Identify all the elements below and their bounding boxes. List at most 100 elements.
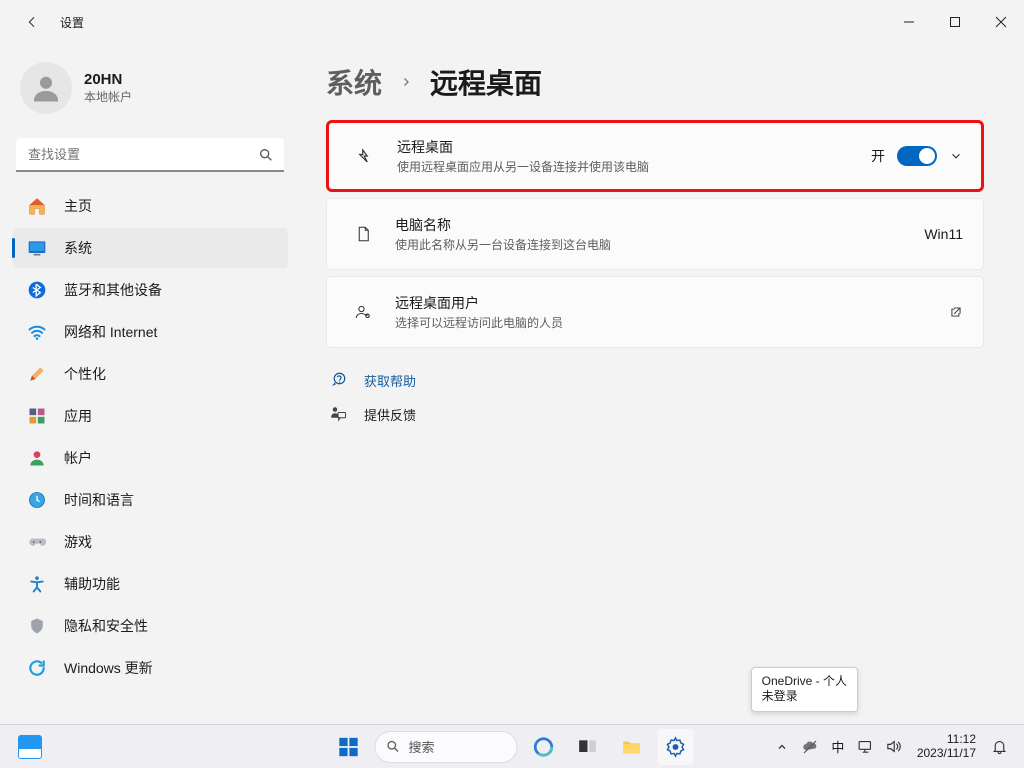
nav-label: 蓝牙和其他设备 [64, 280, 162, 300]
nav-home[interactable]: 主页 [12, 186, 288, 226]
app-title: 设置 [60, 14, 84, 31]
chevron-down-icon[interactable] [949, 149, 963, 163]
widgets-icon [18, 735, 42, 759]
help-icon [328, 370, 348, 390]
copilot-button[interactable] [526, 729, 562, 765]
privacy-icon [26, 615, 48, 637]
user-subtitle: 本地帐户 [84, 88, 132, 105]
card-title: 电脑名称 [395, 215, 924, 235]
user-name: 20HN [84, 71, 132, 88]
breadcrumb-current: 远程桌面 [430, 62, 542, 102]
remote-desktop-icon [347, 147, 383, 165]
remote-desktop-toggle[interactable] [897, 146, 937, 166]
accounts-icon [26, 447, 48, 469]
search-input[interactable] [16, 138, 284, 172]
sidebar: 20HN 本地帐户 主页 系统 蓝牙和其他设备 网络和 Internet [0, 44, 300, 724]
nav-label: 游戏 [64, 532, 92, 552]
personalization-icon [26, 363, 48, 385]
nav-privacy[interactable]: 隐私和安全性 [12, 606, 288, 646]
nav-system[interactable]: 系统 [12, 228, 288, 268]
tray-chevron-up-icon[interactable] [771, 736, 793, 758]
card-title: 远程桌面 [397, 137, 871, 157]
file-explorer-button[interactable] [614, 729, 650, 765]
clock-time: 11:12 [917, 733, 976, 746]
window-controls [886, 4, 1024, 40]
tooltip-line2: 未登录 [762, 689, 847, 705]
nav-bluetooth[interactable]: 蓝牙和其他设备 [12, 270, 288, 310]
system-icon [26, 237, 48, 259]
feedback-icon [328, 404, 348, 424]
nav-personalization[interactable]: 个性化 [12, 354, 288, 394]
users-icon [345, 303, 381, 321]
pc-name-value: Win11 [924, 226, 963, 242]
onedrive-tooltip: OneDrive - 个人 未登录 [751, 667, 858, 712]
nav-label: 个性化 [64, 364, 106, 384]
remote-users-card[interactable]: 远程桌面用户 选择可以远程访问此电脑的人员 [326, 276, 984, 348]
minimize-button[interactable] [886, 4, 932, 40]
nav-windows-update[interactable]: Windows 更新 [12, 648, 288, 688]
taskbar-search[interactable]: 搜索 [374, 731, 517, 763]
start-button[interactable] [330, 729, 366, 765]
card-desc: 选择可以远程访问此电脑的人员 [395, 314, 949, 331]
time-icon [26, 489, 48, 511]
back-button[interactable] [20, 10, 44, 34]
content-area: 系统 远程桌面 远程桌面 使用远程桌面应用从另一设备连接并使用该电脑 开 [300, 44, 1024, 724]
chevron-right-icon [400, 72, 412, 93]
taskbar-search-label: 搜索 [408, 737, 434, 756]
search-wrap [16, 138, 284, 172]
pc-name-card[interactable]: 电脑名称 使用此名称从另一台设备连接到这台电脑 Win11 [326, 198, 984, 270]
nav-label: Windows 更新 [64, 658, 153, 678]
home-icon [26, 195, 48, 217]
titlebar: 设置 [0, 0, 1024, 44]
nav-label: 时间和语言 [64, 490, 134, 510]
breadcrumb: 系统 远程桌面 [326, 62, 984, 102]
get-help-row[interactable]: 获取帮助 [328, 370, 984, 390]
nav-label: 应用 [64, 406, 92, 426]
close-button[interactable] [978, 4, 1024, 40]
open-external-icon [949, 305, 963, 319]
toggle-state-label: 开 [871, 146, 885, 166]
nav-label: 系统 [64, 238, 92, 258]
search-icon[interactable] [256, 145, 276, 165]
nav-label: 网络和 Internet [64, 322, 157, 342]
maximize-button[interactable] [932, 4, 978, 40]
nav-label: 隐私和安全性 [64, 616, 148, 636]
remote-desktop-card[interactable]: 远程桌面 使用远程桌面应用从另一设备连接并使用该电脑 开 [326, 120, 984, 192]
accessibility-icon [26, 573, 48, 595]
task-view-button[interactable] [570, 729, 606, 765]
nav-accounts[interactable]: 帐户 [12, 438, 288, 478]
settings-taskbar-button[interactable] [658, 729, 694, 765]
nav-network[interactable]: 网络和 Internet [12, 312, 288, 352]
card-title: 远程桌面用户 [395, 293, 949, 313]
nav-label: 辅助功能 [64, 574, 120, 594]
update-icon [26, 657, 48, 679]
apps-icon [26, 405, 48, 427]
network-tray-icon[interactable] [855, 736, 877, 758]
network-icon [26, 321, 48, 343]
onedrive-tray-icon[interactable] [799, 736, 821, 758]
nav-label: 主页 [64, 196, 92, 216]
ime-indicator[interactable]: 中 [827, 736, 849, 758]
clock-date: 2023/11/17 [917, 747, 976, 760]
feedback-link[interactable]: 提供反馈 [364, 405, 416, 424]
widgets-button[interactable] [12, 729, 48, 765]
nav-apps[interactable]: 应用 [12, 396, 288, 436]
tooltip-line1: OneDrive - 个人 [762, 674, 847, 690]
avatar [20, 62, 72, 114]
notifications-tray-icon[interactable] [988, 736, 1010, 758]
breadcrumb-parent[interactable]: 系统 [326, 62, 382, 102]
nav-gaming[interactable]: 游戏 [12, 522, 288, 562]
taskbar-clock[interactable]: 11:12 2023/11/17 [917, 733, 976, 759]
gaming-icon [26, 531, 48, 553]
user-account-row[interactable]: 20HN 本地帐户 [12, 52, 288, 132]
bluetooth-icon [26, 279, 48, 301]
feedback-row[interactable]: 提供反馈 [328, 404, 984, 424]
volume-tray-icon[interactable] [883, 736, 905, 758]
nav-accessibility[interactable]: 辅助功能 [12, 564, 288, 604]
card-desc: 使用此名称从另一台设备连接到这台电脑 [395, 236, 924, 253]
taskbar: 搜索 中 11:12 2023/11/17 [0, 724, 1024, 768]
document-icon [345, 225, 381, 243]
get-help-link[interactable]: 获取帮助 [364, 371, 416, 390]
nav-label: 帐户 [64, 448, 92, 468]
nav-time-language[interactable]: 时间和语言 [12, 480, 288, 520]
